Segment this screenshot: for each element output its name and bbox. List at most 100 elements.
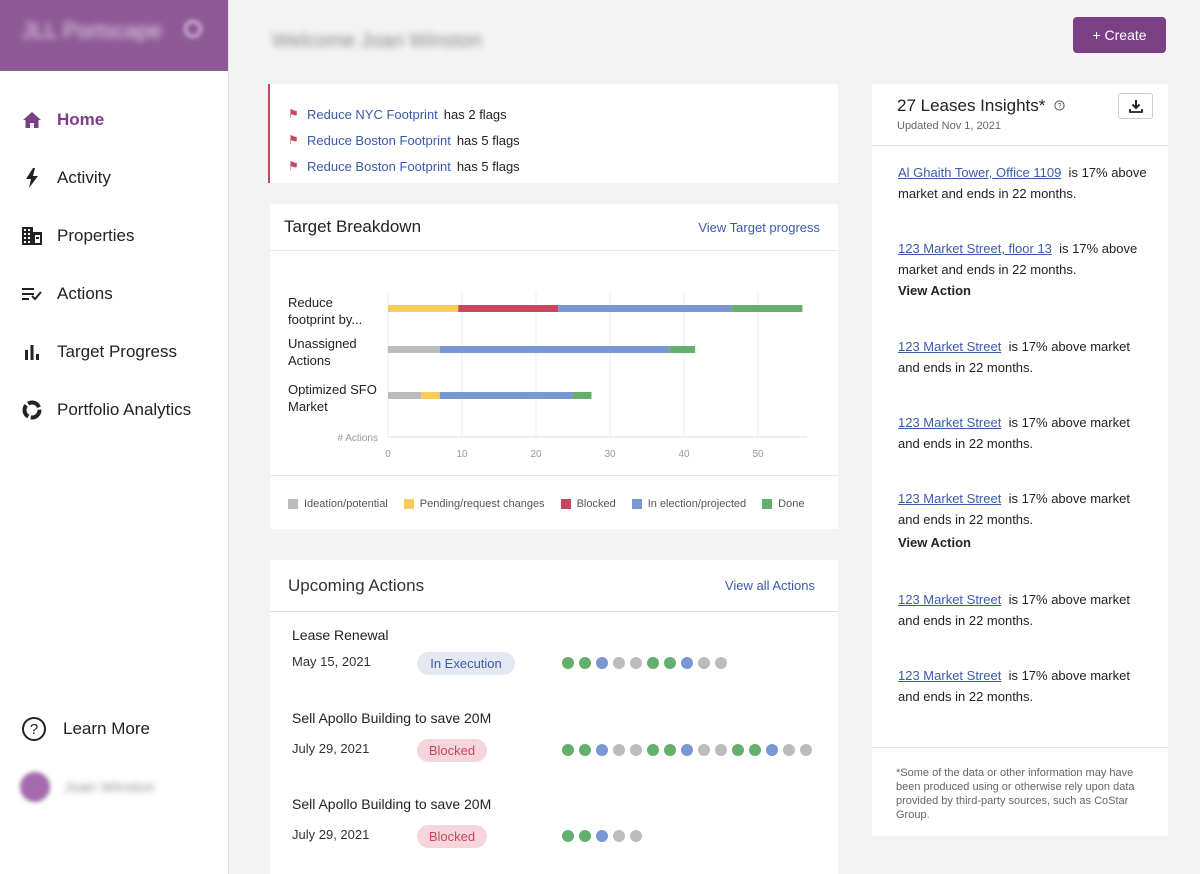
sidebar-item-label: Properties [57,226,135,245]
tick-label: 50 [752,449,764,460]
flag-text: has 5 flags [456,132,520,148]
bolt-icon [22,168,42,188]
info-icon[interactable]: ? [1054,100,1065,111]
sidebar-item-actions[interactable]: Actions [0,265,228,323]
lease-link[interactable]: Al Ghaith Tower, Office 1109 [898,165,1061,180]
lease-link[interactable]: 123 Market Street [898,415,1001,430]
tick-label: 30 [604,449,616,460]
bar-segment [669,346,696,353]
sidebar-item-home[interactable]: Home [0,91,228,149]
upcoming-actions-card: Upcoming Actions View all Actions Lease … [270,560,838,874]
progress-dot [596,744,608,756]
row-label: Market [288,399,328,414]
bar-segment [388,346,440,353]
download-button[interactable] [1118,93,1153,119]
action-item[interactable]: Sell Apollo Building to save 20M July 29… [292,710,822,762]
legend-item: Pending/request changes [403,498,545,510]
sidebar-item-label: Target Progress [57,342,177,361]
legend-swatch [560,499,571,509]
upcoming-actions-header: Upcoming Actions View all Actions [270,560,838,612]
bar-chart-icon [22,342,42,362]
lease-insight: 123 Market Street is 17% above market an… [898,336,1148,378]
sidebar-item-target-progress[interactable]: Target Progress [0,323,228,381]
collapse-icon[interactable] [184,20,202,38]
lease-link[interactable]: 123 Market Street [898,491,1001,506]
donut-icon [22,400,42,420]
create-button[interactable]: + Create [1073,17,1166,53]
action-item[interactable]: Sell Apollo Building to save 20M July 29… [292,796,822,848]
progress-dot [647,744,659,756]
status-badge: In Execution [417,652,515,675]
lease-insight: Al Ghaith Tower, Office 1109 is 17% abov… [898,165,1147,201]
lease-link[interactable]: 123 Market Street, floor 13 [898,241,1052,256]
progress-dot [664,744,676,756]
progress-dot [579,744,591,756]
lease-link[interactable]: 123 Market Street [898,668,1001,683]
flag-icon: ⚑ [288,159,299,173]
legend-item: In election/projected [631,498,746,510]
brand-header[interactable]: JLL Portscape [0,0,228,71]
user-name: Joan Winston [64,778,155,796]
progress-dot [698,657,710,669]
axis-label: # Actions [337,433,378,444]
progress-dot [800,744,812,756]
lease-link[interactable]: 123 Market Street [898,592,1001,607]
sidebar-item-properties[interactable]: Properties [0,207,228,265]
bar-segment [439,392,573,399]
action-title: Sell Apollo Building to save 20M [292,710,492,726]
progress-dot [681,657,693,669]
legend-swatch [403,499,414,509]
action-item[interactable]: Lease Renewal May 15, 2021 In Execution [292,627,822,675]
view-action-link[interactable]: View Action [898,532,1148,553]
flags-card: ⚑ Reduce NYC Footprint has 2 flags ⚑ Red… [268,84,838,183]
progress-dot [630,744,642,756]
action-title: Lease Renewal [292,627,389,643]
target-breakdown-card: Target Breakdown View Target progress 0 1… [270,204,838,529]
lease-link[interactable]: 123 Market Street [898,339,1001,354]
home-icon [22,110,42,130]
sidebar-item-activity[interactable]: Activity [0,149,228,207]
progress-dot [715,657,727,669]
progress-dot [596,830,608,842]
legend-item: Blocked [560,498,616,510]
progress-dot [630,830,642,842]
tick-label: 0 [385,449,391,460]
download-icon [1128,100,1143,113]
view-target-progress-link[interactable]: View Target progress [698,220,820,235]
action-date: May 15, 2021 [292,654,371,669]
progress-dot [562,657,574,669]
flag-link[interactable]: Reduce Boston Footprint [307,133,451,148]
flag-link[interactable]: Reduce NYC Footprint [307,107,438,122]
lease-insights-updated: Updated Nov 1, 2021 [897,120,1001,132]
user-profile[interactable]: Joan Winston [20,772,155,802]
legend-swatch [762,499,773,509]
flag-text: has 2 flags [443,106,507,122]
lease-insight: 123 Market Street, floor 13 is 17% above… [898,238,1148,301]
upcoming-actions-title: Upcoming Actions [288,575,425,595]
flag-icon: ⚑ [288,107,299,121]
progress-dot [613,830,625,842]
flag-link[interactable]: Reduce Boston Footprint [307,159,451,174]
target-breakdown-chart: 0 10 20 30 40 50 # Actions Reduce footprint by..… [270,252,838,476]
svg-text:?: ? [1057,103,1061,110]
target-breakdown-svg: 0 10 20 30 40 50 # Actions Reduce footprint by..… [288,292,807,460]
status-badge: Blocked [417,825,487,848]
progress-dot [715,744,727,756]
tick-label: 40 [678,449,690,460]
bar-segment [388,392,422,399]
progress-dot [613,744,625,756]
flag-row: ⚑ Reduce Boston Footprint has 5 flags [288,153,838,179]
progress-dot [613,657,625,669]
learn-more-link[interactable]: ? Learn More [22,717,150,741]
view-action-link[interactable]: View Action [898,280,1148,301]
progress-dots [562,744,817,756]
sidebar-nav: Home Activity Properties Actions Target … [0,91,228,439]
row-label: footprint by... [288,312,362,327]
lease-insight: 123 Market Street is 17% above market an… [898,488,1148,553]
view-all-actions-link[interactable]: View all Actions [725,578,815,593]
progress-dot [698,744,710,756]
sidebar-item-portfolio-analytics[interactable]: Portfolio Analytics [0,381,228,439]
sidebar-item-label: Portfolio Analytics [57,400,192,419]
sidebar-item-label: Home [57,110,105,129]
progress-dot [630,657,642,669]
